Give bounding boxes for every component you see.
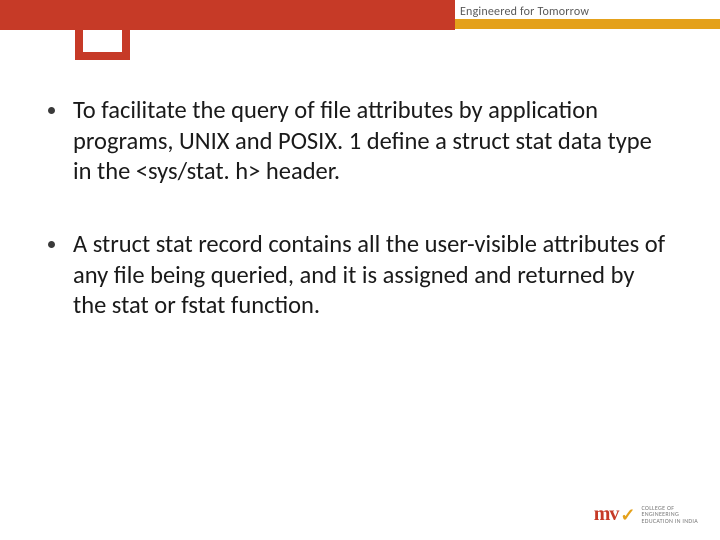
footer-logo: mv ✓ COLLEGE OF ENGINEERING EDUCATION IN… xyxy=(594,503,698,526)
bullet-dot-icon xyxy=(48,107,55,114)
logo-check-icon: ✓ xyxy=(620,504,635,526)
header-tagline: Engineered for Tomorrow xyxy=(460,5,589,19)
bullet-item: A struct stat record contains all the us… xyxy=(48,229,672,321)
logo-mark: mv xyxy=(594,503,619,526)
bullet-dot-icon xyxy=(48,241,55,248)
header-title-box xyxy=(0,0,455,30)
bullet-item: To facilitate the query of file attribut… xyxy=(48,95,672,187)
logo-line: EDUCATION IN INDIA xyxy=(641,518,698,525)
slide-content: To facilitate the query of file attribut… xyxy=(48,95,672,363)
bullet-text: A struct stat record contains all the us… xyxy=(73,229,672,321)
bullet-text: To facilitate the query of file attribut… xyxy=(73,95,672,187)
logo-text-block: COLLEGE OF ENGINEERING EDUCATION IN INDI… xyxy=(641,505,698,525)
header-notch-decoration xyxy=(75,30,130,60)
